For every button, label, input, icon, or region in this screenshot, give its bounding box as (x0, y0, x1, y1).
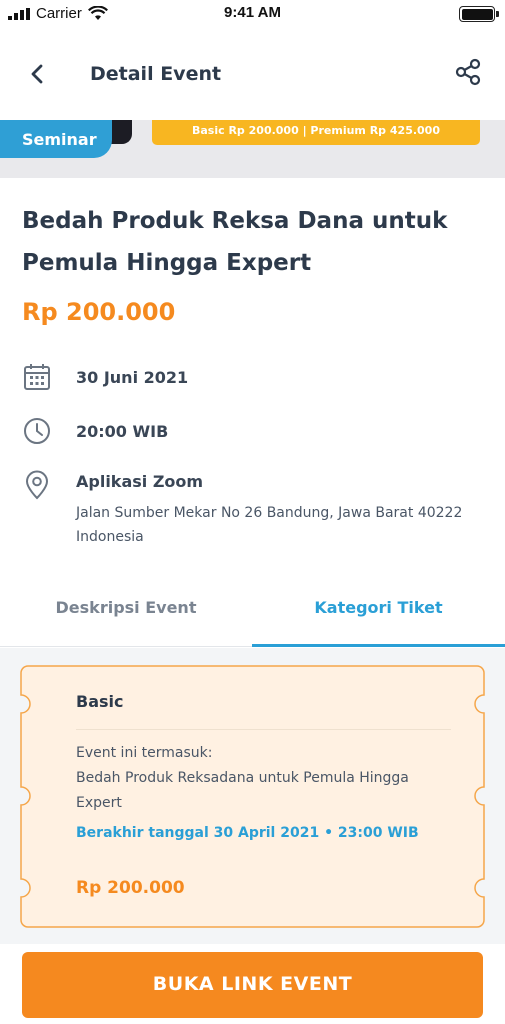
tab-bar: Deskripsi Event Kategori Tiket (0, 583, 505, 647)
ticket-description: Event ini termasuk: Bedah Produk Reksada… (76, 741, 456, 816)
back-button[interactable] (22, 59, 52, 89)
app-header: Detail Event (0, 45, 505, 105)
location-pin-icon (22, 470, 52, 500)
ticket-divider (76, 729, 451, 730)
event-date: 30 Juni 2021 (76, 368, 189, 387)
banner-price-strip: Basic Rp 200.000 | Premium Rp 425.000 (152, 120, 480, 145)
event-title: Bedah Produk Reksa Dana untuk Pemula Hin… (22, 208, 448, 276)
clock-icon (22, 416, 52, 446)
location-address: Jalan Sumber Mekar No 26 Bandung, Jawa B… (76, 505, 463, 545)
status-time: 9:41 AM (224, 4, 281, 21)
ticket-card[interactable]: Basic Event ini termasuk: Bedah Produk R… (20, 665, 485, 928)
ticket-deadline: Berakhir tanggal 30 April 2021 • 23:00 W… (76, 825, 419, 841)
ticket-price: Rp 200.000 (76, 878, 185, 898)
ticket-includes-item: Bedah Produk Reksadana untuk Pemula Hing… (76, 770, 409, 811)
open-event-link-button[interactable]: BUKA LINK EVENT (22, 952, 483, 1018)
event-price: Rp 200.000 (22, 298, 176, 326)
chevron-left-icon (31, 64, 43, 84)
share-button[interactable] (453, 57, 483, 87)
tab-deskripsi-event[interactable]: Deskripsi Event (0, 583, 252, 647)
category-badge: Seminar (0, 120, 112, 158)
page-title: Detail Event (90, 63, 222, 85)
ticket-includes-label: Event ini termasuk: (76, 745, 213, 761)
calendar-icon (22, 362, 52, 392)
tab-kategori-tiket[interactable]: Kategori Tiket (252, 583, 505, 647)
status-bar: Carrier 9:41 AM (0, 0, 505, 30)
event-time: 20:00 WIB (76, 422, 169, 441)
event-banner: Seminar Basic Rp 200.000 | Premium Rp 42… (0, 120, 505, 178)
location-name: Aplikasi Zoom (76, 472, 204, 491)
battery-icon (459, 6, 495, 22)
ticket-name: Basic (76, 692, 124, 711)
ticket-list: Basic Event ini termasuk: Bedah Produk R… (0, 648, 505, 944)
share-icon (455, 58, 481, 86)
